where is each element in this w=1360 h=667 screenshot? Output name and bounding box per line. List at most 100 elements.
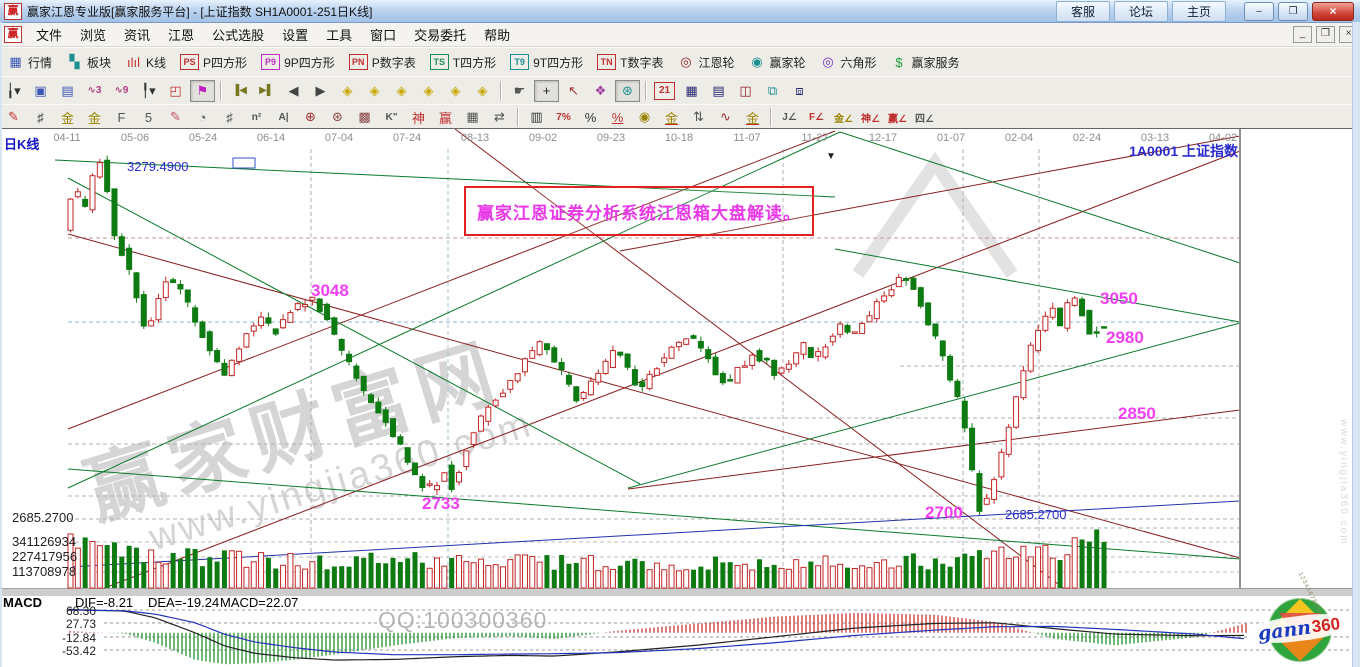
toolbar-button-winner-wheel[interactable]: ◉赢家轮: [741, 50, 812, 74]
percent-line-icon[interactable]: %: [605, 106, 630, 128]
info-doc-icon[interactable]: ▤: [55, 80, 80, 102]
child-restore-button[interactable]: ❐: [1316, 26, 1335, 43]
kline-chart-area[interactable]: 赢家财富网 www.yingjia360.com QQ:100300360 ww…: [0, 128, 1352, 589]
toolbar-button-quotes[interactable]: ▦行情: [0, 50, 59, 74]
shen-angle-icon[interactable]: 神∠: [858, 106, 883, 128]
next-page-icon[interactable]: ▶: [308, 80, 333, 102]
brain-tool-icon[interactable]: ⊛: [615, 80, 640, 102]
minimize-button[interactable]: –: [1244, 2, 1274, 21]
prev-page-icon[interactable]: ◀: [281, 80, 306, 102]
grid-ruler-icon[interactable]: ♯: [28, 106, 53, 128]
toolbar-button-t-square[interactable]: TST四方形: [423, 50, 503, 74]
toolbar-button-9p-square[interactable]: P99P四方形: [254, 50, 342, 74]
brush-vertical-icon[interactable]: ⇅: [686, 106, 711, 128]
menu-browse[interactable]: 浏览: [71, 26, 115, 45]
toolbar-button-gann-wheel[interactable]: ◎江恩轮: [670, 50, 741, 74]
gann-box-annotation[interactable]: 赢家江恩证券分析系统江恩箱大盘解读。: [464, 186, 814, 236]
multi-screen-icon[interactable]: ⧉: [760, 80, 785, 102]
kline-style-dropdown-icon[interactable]: ╽▾: [1, 80, 26, 102]
a-divider-icon[interactable]: A|: [271, 106, 296, 128]
time-circle-icon[interactable]: ◔: [190, 106, 215, 128]
gold-square-2-icon[interactable]: 金: [82, 106, 107, 128]
chart-screen-icon[interactable]: ▣: [28, 80, 53, 102]
wave-a-icon[interactable]: ∿: [713, 106, 738, 128]
f-lines-icon[interactable]: F: [109, 106, 134, 128]
calendar-21-icon[interactable]: 21: [654, 82, 675, 100]
f-angle-icon[interactable]: F∠: [804, 106, 829, 128]
diamond-center-icon[interactable]: ◈: [443, 80, 468, 102]
toolbar-button-winner-service[interactable]: $赢家服务: [884, 50, 967, 74]
menu-tools[interactable]: 工具: [317, 26, 361, 45]
menu-formula-stock-pick[interactable]: 公式选股: [203, 26, 273, 45]
toolbar-button-hexagon[interactable]: ◎六角形: [813, 50, 884, 74]
circle-gold-icon[interactable]: ◉: [632, 106, 657, 128]
restore-button[interactable]: ❐: [1278, 2, 1308, 21]
menu-news[interactable]: 资讯: [115, 26, 159, 45]
diamond-updown-icon[interactable]: ◈: [470, 80, 495, 102]
menu-settings[interactable]: 设置: [273, 26, 317, 45]
color-flag-icon[interactable]: ⚑: [190, 80, 215, 102]
percent-icon[interactable]: %: [578, 106, 603, 128]
toolbar-button-kline[interactable]: ılılK线: [118, 50, 173, 74]
diamond-compress-icon[interactable]: ◈: [416, 80, 441, 102]
ribbon-tool-icon[interactable]: ❖: [588, 80, 613, 102]
ying-tool-icon[interactable]: 赢: [433, 106, 458, 128]
app-logo-icon: 赢: [4, 3, 22, 20]
menu-help[interactable]: 帮助: [475, 26, 519, 45]
toolbar-button-p-number-table[interactable]: PNP数字表: [342, 50, 423, 74]
close-button[interactable]: ×: [1312, 2, 1354, 21]
diamond-left-icon[interactable]: ◈: [335, 80, 360, 102]
star-web-icon[interactable]: ⊛: [325, 106, 350, 128]
red-pen-2-icon[interactable]: ✎: [163, 106, 188, 128]
pointer-mark-icon[interactable]: ↖: [561, 80, 586, 102]
hand-tool-icon[interactable]: ☛: [507, 80, 532, 102]
toolbar-button-p-square[interactable]: PSP四方形: [173, 50, 254, 74]
seven-percent-icon[interactable]: 7%: [551, 106, 576, 128]
toolbar-button-t-number-table[interactable]: TNT数字表: [590, 50, 670, 74]
j-angle-icon[interactable]: J∠: [777, 106, 802, 128]
span-arrows-icon[interactable]: ⇄: [487, 106, 512, 128]
save-icon[interactable]: ◫: [733, 80, 758, 102]
wave-3-icon[interactable]: ∿3: [82, 80, 107, 102]
k-wave-icon[interactable]: K": [379, 106, 404, 128]
toolbar-button-sectors[interactable]: ▚板块: [59, 50, 118, 74]
gold-base-icon[interactable]: 金: [740, 106, 765, 128]
menu-trade-order[interactable]: 交易委托: [405, 26, 475, 45]
titlebar-button-forum[interactable]: 论坛: [1114, 1, 1168, 22]
irregular-shape-icon[interactable]: ◰: [163, 80, 188, 102]
wave-9-icon[interactable]: ∿9: [109, 80, 134, 102]
single-candle-dropdown-icon[interactable]: ╿▾: [136, 80, 161, 102]
macd-pane[interactable]: MACD DIF=-8.21 DEA=-19.24 MACD=22.07 68.…: [0, 596, 1360, 667]
panel-label: 日K线: [4, 134, 39, 153]
first-page-icon[interactable]: ▐◀: [227, 80, 252, 102]
toolbar-button-9t-square[interactable]: T99T四方形: [503, 50, 590, 74]
n-squared-icon[interactable]: n²: [244, 106, 269, 128]
four-angle-icon[interactable]: 四∠: [912, 106, 937, 128]
red-pen-icon[interactable]: ✎: [1, 106, 26, 128]
titlebar-button-homepage[interactable]: 主页: [1172, 1, 1226, 22]
gold-square-icon[interactable]: 金: [55, 106, 80, 128]
grid-123-icon[interactable]: ▦: [460, 106, 485, 128]
calculator-icon[interactable]: ▦: [679, 80, 704, 102]
spiral-5-icon[interactable]: 5: [136, 106, 161, 128]
circle-cross-icon[interactable]: ⊕: [298, 106, 323, 128]
last-page-icon[interactable]: ▶▌: [254, 80, 279, 102]
gold-lines-icon[interactable]: 金: [659, 106, 684, 128]
compare-bars-icon[interactable]: ▥: [524, 106, 549, 128]
ying-angle-icon[interactable]: 赢∠: [885, 106, 910, 128]
remote-pc-icon[interactable]: ⧈: [787, 80, 812, 102]
crosshair-tool-icon[interactable]: +: [534, 80, 559, 102]
menu-window[interactable]: 窗口: [361, 26, 405, 45]
diamond-right-icon[interactable]: ◈: [362, 80, 387, 102]
titlebar-button-customer-service[interactable]: 客服: [1056, 1, 1110, 22]
child-minimize-button[interactable]: _: [1293, 26, 1312, 43]
menu-gann[interactable]: 江恩: [159, 26, 203, 45]
hatch-icon[interactable]: ♯: [217, 106, 242, 128]
menu-file[interactable]: 文件: [27, 26, 71, 45]
winner-wheel-label: 赢家轮: [769, 54, 805, 71]
diamond-expand-icon[interactable]: ◈: [389, 80, 414, 102]
notes-icon[interactable]: ▤: [706, 80, 731, 102]
web-grid-icon[interactable]: ▩: [352, 106, 377, 128]
gold-angle-icon[interactable]: 金∠: [831, 106, 856, 128]
shen-tool-icon[interactable]: 神: [406, 106, 431, 128]
